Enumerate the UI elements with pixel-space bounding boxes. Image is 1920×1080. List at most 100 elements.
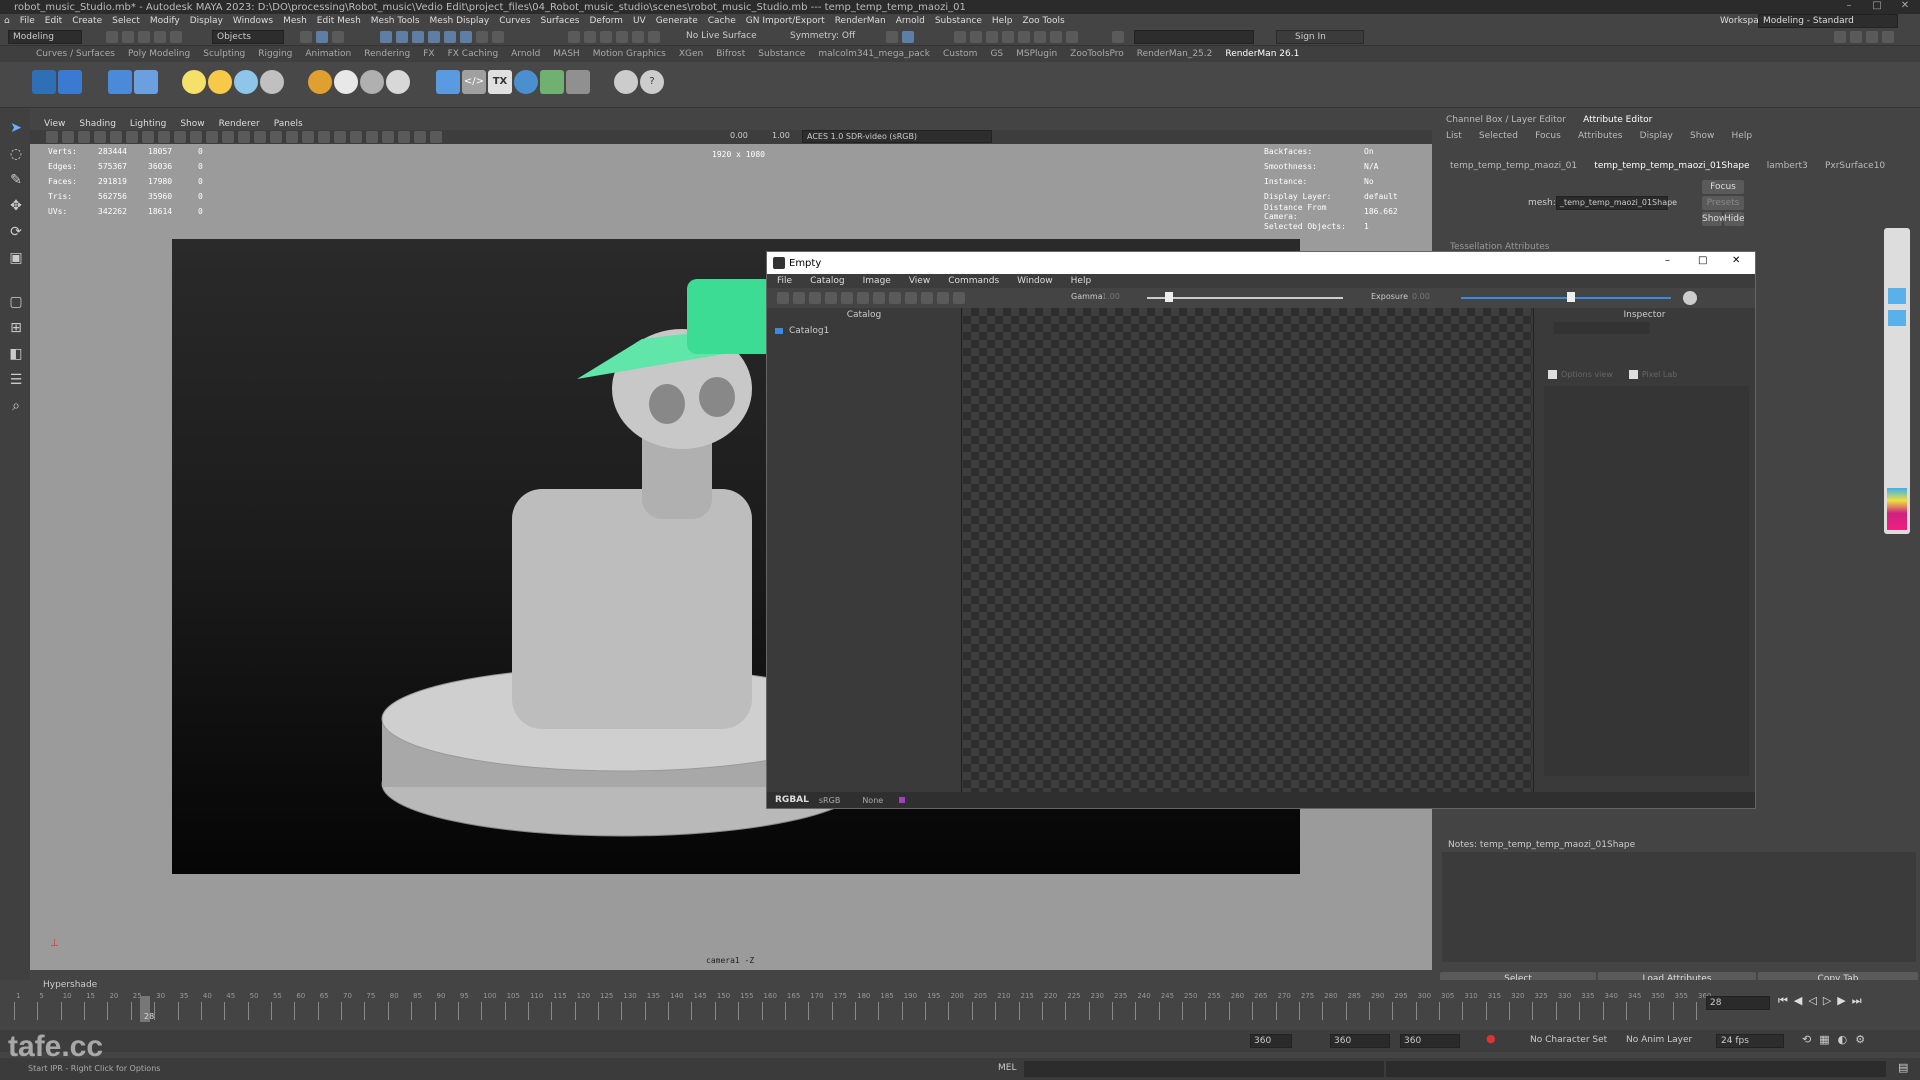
maximize-button[interactable]: □ — [1862, 0, 1892, 11]
menu-help[interactable]: Help — [992, 16, 1013, 26]
history-icon[interactable] — [492, 31, 504, 43]
hypershade-icon[interactable] — [1018, 31, 1030, 43]
layout-four-icon[interactable] — [970, 31, 982, 43]
resolution-gate-icon[interactable] — [126, 131, 138, 143]
shelf-tab[interactable]: malcolm341_mega_pack — [818, 49, 930, 59]
pixel-lab-checkbox[interactable] — [1628, 370, 1638, 379]
snap-point-icon[interactable] — [412, 31, 424, 43]
dlg-menu-catalog[interactable]: Catalog — [810, 276, 845, 286]
shelf-tab[interactable]: GS — [990, 49, 1003, 59]
current-frame-field[interactable]: 28 — [1706, 996, 1770, 1010]
sign-in-button[interactable]: Sign In — [1276, 30, 1364, 44]
attribute-editor-toggle-icon[interactable] — [1850, 31, 1862, 43]
select-by-object-icon[interactable] — [316, 31, 328, 43]
fit-icon[interactable] — [809, 292, 821, 304]
sidebar-toggle-icon[interactable] — [1112, 31, 1124, 43]
snap-view-plane-icon[interactable] — [428, 31, 440, 43]
fill-icon[interactable] — [825, 292, 837, 304]
dlg-menu-help[interactable]: Help — [1071, 276, 1092, 286]
antialiasing-icon[interactable] — [318, 131, 330, 143]
menu-mesh[interactable]: Mesh — [283, 16, 307, 26]
exposure-slider-handle[interactable] — [1567, 292, 1575, 302]
shelf-tab[interactable]: Bifrost — [716, 49, 745, 59]
menu-mesh-display[interactable]: Mesh Display — [430, 16, 490, 26]
xray-components-icon[interactable] — [398, 131, 410, 143]
render-settings-icon[interactable] — [648, 31, 660, 43]
light-editor-icon[interactable] — [1050, 31, 1062, 43]
sun-light-icon[interactable] — [208, 70, 232, 94]
menu-generate[interactable]: Generate — [656, 16, 698, 26]
render-setup-icon[interactable] — [1034, 31, 1046, 43]
select-by-component-icon[interactable] — [332, 31, 344, 43]
dlg-menu-image[interactable]: Image — [863, 276, 891, 286]
menu-cache[interactable]: Cache — [708, 16, 736, 26]
shelf-tab[interactable]: Poly Modeling — [128, 49, 190, 59]
playback-controls[interactable]: ⏮◀◁▷▶⏭ — [1778, 994, 1868, 1008]
node-tab[interactable]: lambert3 — [1767, 161, 1808, 171]
menu-create[interactable]: Create — [72, 16, 102, 26]
shelf-tab[interactable]: FX — [423, 49, 434, 59]
node-tab-active[interactable]: temp_temp_temp_maozi_01Shape — [1594, 161, 1749, 171]
exposure-value[interactable]: 0.00 — [1412, 292, 1430, 301]
select-tool-icon[interactable]: ➤ — [6, 118, 26, 138]
gate-mask-icon[interactable] — [142, 131, 154, 143]
tab-channel-box[interactable]: Channel Box / Layer Editor — [1446, 115, 1566, 125]
vp-menu-panels[interactable]: Panels — [274, 119, 303, 129]
menu-mesh-tools[interactable]: Mesh Tools — [371, 16, 420, 26]
shelf-tab[interactable]: RenderMan_25.2 — [1137, 49, 1213, 59]
undo-icon[interactable] — [154, 31, 166, 43]
image-plane-icon[interactable] — [78, 131, 90, 143]
vp-menu-show[interactable]: Show — [180, 119, 204, 129]
chart-icon[interactable] — [540, 70, 564, 94]
auto-key-icon[interactable]: ● — [1486, 1032, 1496, 1045]
eye-icon[interactable] — [1888, 288, 1906, 304]
ae-menu-display[interactable]: Display — [1640, 131, 1673, 141]
exposure-slider[interactable] — [1461, 297, 1671, 299]
smooth-shade-icon[interactable] — [222, 131, 234, 143]
ae-menu-attributes[interactable]: Attributes — [1578, 131, 1622, 141]
color-swatch-icon[interactable] — [1887, 488, 1907, 530]
channels-dropdown[interactable]: RGBAL — [775, 795, 809, 805]
motion-blur-icon[interactable] — [302, 131, 314, 143]
open-scene-icon[interactable] — [122, 31, 134, 43]
catalog-item[interactable]: Catalog1 — [775, 326, 961, 336]
vp-menu-shading[interactable]: Shading — [79, 119, 116, 129]
xray-joints-icon[interactable] — [382, 131, 394, 143]
inspector-field[interactable] — [1554, 322, 1650, 334]
menu-select[interactable]: Select — [112, 16, 140, 26]
shadows-icon[interactable] — [270, 131, 282, 143]
maya-home-icon[interactable]: ⌂ — [4, 16, 10, 26]
vp-gamma-value[interactable]: 0.00 — [730, 131, 748, 140]
compare-icon[interactable] — [953, 292, 965, 304]
dome-light-icon[interactable] — [182, 70, 206, 94]
vp-menu-renderer[interactable]: Renderer — [219, 119, 260, 129]
reset-exposure-icon[interactable] — [1683, 291, 1697, 305]
dialog-minimize-button[interactable]: – — [1665, 255, 1670, 266]
shelf-tab[interactable]: Custom — [943, 49, 977, 59]
shelf-tab[interactable]: Sculpting — [203, 49, 245, 59]
ae-menu-help[interactable]: Help — [1732, 131, 1753, 141]
display-icon[interactable] — [414, 131, 426, 143]
pxr-surface-icon[interactable] — [308, 70, 332, 94]
save-scene-icon[interactable] — [138, 31, 150, 43]
persp-outliner-icon[interactable]: ◧ — [6, 344, 26, 364]
layout-two-icon[interactable] — [986, 31, 998, 43]
shelf-tab[interactable]: Rigging — [258, 49, 292, 59]
graph-icon[interactable] — [566, 70, 590, 94]
fps-dropdown[interactable]: 24 fps — [1716, 1034, 1784, 1048]
isolate-select-icon[interactable] — [350, 131, 362, 143]
shelf-tab[interactable]: Animation — [305, 49, 351, 59]
vp-menu-view[interactable]: View — [44, 119, 65, 129]
close-button[interactable]: ✕ — [1890, 0, 1920, 11]
flip-icon[interactable] — [889, 292, 901, 304]
reflection-icon[interactable] — [902, 31, 914, 43]
menu-uv[interactable]: UV — [633, 16, 646, 26]
show-button[interactable]: Show — [1702, 212, 1726, 226]
menu-gn-import-export[interactable]: GN Import/Export — [746, 16, 825, 26]
crosshair-icon[interactable] — [921, 292, 933, 304]
dlg-menu-window[interactable]: Window — [1017, 276, 1053, 286]
render-current-icon[interactable] — [616, 31, 628, 43]
playback-options-icons[interactable]: ⟲▦◐⚙ — [1802, 1033, 1873, 1046]
anim-end-field[interactable]: 360 — [1330, 1034, 1390, 1048]
node-tab[interactable]: PxrSurface10 — [1825, 161, 1885, 171]
